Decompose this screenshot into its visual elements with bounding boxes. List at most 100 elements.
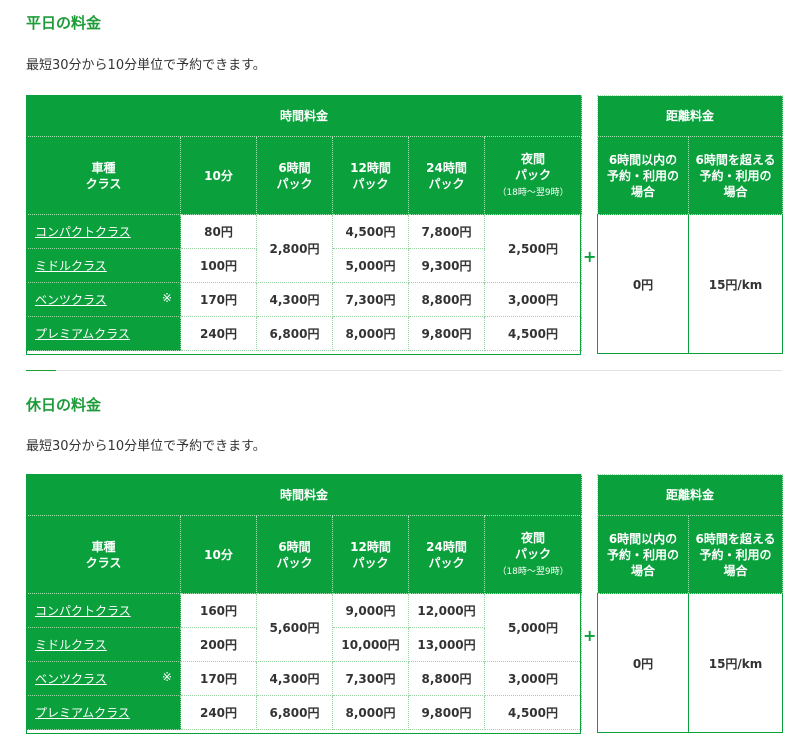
price-cell: 3,000円 — [483, 661, 583, 696]
table-row: ベンツクラス ※ 170円 4,300円 7,300円 8,800円 3,000円 — [26, 282, 583, 317]
price-cell: 7,300円 — [332, 661, 409, 696]
column-header-10min: 10分 — [180, 515, 257, 594]
reservation-note: 最短30分から10分単位で予約できます。 — [26, 58, 266, 73]
class-cell: プレミアムクラス — [26, 316, 181, 351]
price-cell: 9,800円 — [408, 695, 485, 730]
column-header-6h-pack: 6時間 パック — [256, 136, 333, 215]
column-header-within-6h: 6時間以内の 予約・利用の 場合 — [597, 515, 689, 594]
night-pack-label: 夜間 パック — [515, 151, 552, 182]
price-cell: 4,500円 — [483, 695, 583, 730]
section-divider — [26, 370, 782, 371]
class-cell: コンパクトクラス — [26, 214, 181, 249]
distance-price-within-6h: 0円 — [597, 214, 689, 354]
class-link-premium[interactable]: プレミアムクラス — [35, 327, 130, 341]
price-cell: 8,000円 — [332, 316, 409, 351]
price-cell: 9,800円 — [408, 316, 485, 351]
price-cell: 8,800円 — [408, 282, 485, 317]
column-header-over-6h: 6時間を超える 予約・利用の 場合 — [687, 515, 784, 594]
price-cell: 12,000円 — [408, 593, 485, 628]
class-cell: ベンツクラス ※ — [26, 661, 181, 696]
column-header-within-6h: 6時間以内の 予約・利用の 場合 — [597, 136, 689, 215]
price-cell: 240円 — [180, 695, 257, 730]
price-cell: 2,800円 — [256, 214, 333, 283]
table-row: ベンツクラス ※ 170円 4,300円 7,300円 8,800円 3,000円 — [26, 661, 583, 696]
distance-price-over-6h: 15円/km — [687, 593, 784, 733]
column-header-6h-pack: 6時間 パック — [256, 515, 333, 594]
note-mark: ※ — [161, 670, 172, 684]
price-cell: 3,000円 — [483, 282, 583, 317]
time-price-table: 時間料金 車種 クラス 10分 6時間 パック 12時間 パック 24時間 パック 夜間… — [25, 95, 583, 351]
distance-price-within-6h: 0円 — [597, 593, 689, 733]
night-pack-hours: （18時～翌9時） — [497, 187, 569, 198]
price-cell: 8,000円 — [332, 695, 409, 730]
price-cell: 5,000円 — [332, 248, 409, 283]
price-cell: 240円 — [180, 316, 257, 351]
price-cell: 100円 — [180, 248, 257, 283]
class-link-premium[interactable]: プレミアムクラス — [35, 706, 130, 720]
night-pack-label: 夜間 パック — [515, 530, 552, 561]
price-cell: 160円 — [180, 593, 257, 628]
section-title: 平日の料金 — [26, 14, 102, 32]
divider-accent — [26, 370, 56, 371]
price-cell: 5,600円 — [256, 593, 333, 662]
distance-price-table: 距離料金 6時間以内の 予約・利用の 場合 6時間を超える 予約・利用の 場合 0円 1… — [596, 95, 784, 354]
column-header-class: 車種 クラス — [26, 136, 181, 215]
distance-price-header: 距離料金 — [596, 95, 784, 137]
plus-icon: + — [583, 626, 597, 645]
distance-price-over-6h: 15円/km — [687, 214, 784, 354]
table-row: コンパクトクラス 80円 2,800円 4,500円 7,800円 2,500円 — [26, 214, 583, 283]
class-cell: コンパクトクラス — [26, 593, 181, 628]
table-row: プレミアムクラス 240円 6,800円 8,000円 9,800円 4,500… — [26, 316, 583, 351]
class-cell: プレミアムクラス — [26, 695, 181, 730]
section-title: 休日の料金 — [26, 396, 102, 414]
price-cell: 80円 — [180, 214, 257, 249]
class-link-compact[interactable]: コンパクトクラス — [35, 604, 131, 618]
distance-price-table: 距離料金 6時間以内の 予約・利用の 場合 6時間を超える 予約・利用の 場合 0円 1… — [596, 474, 784, 733]
price-cell: 8,800円 — [408, 661, 485, 696]
night-pack-hours: （18時～翌9時） — [497, 566, 569, 577]
column-header-10min: 10分 — [180, 136, 257, 215]
note-mark: ※ — [161, 291, 172, 305]
price-cell: 5,000円 — [483, 593, 583, 662]
class-link-benz[interactable]: ベンツクラス — [35, 672, 107, 686]
class-link-middle[interactable]: ミドルクラス — [35, 259, 107, 273]
class-link-benz[interactable]: ベンツクラス — [35, 293, 107, 307]
price-cell: 9,000円 — [332, 593, 409, 628]
column-header-12h-pack: 12時間 パック — [332, 515, 409, 594]
class-cell: ベンツクラス ※ — [26, 282, 181, 317]
price-cell: 6,800円 — [256, 316, 333, 351]
price-cell: 4,500円 — [332, 214, 409, 249]
price-cell: 4,500円 — [483, 316, 583, 351]
time-price-header: 時間料金 — [25, 474, 583, 516]
column-header-night-pack: 夜間 パック （18時～翌9時） — [483, 136, 583, 215]
class-cell: ミドルクラス — [26, 248, 181, 283]
class-link-middle[interactable]: ミドルクラス — [35, 638, 107, 652]
column-header-class: 車種 クラス — [26, 515, 181, 594]
class-cell: ミドルクラス — [26, 627, 181, 662]
price-cell: 170円 — [180, 661, 257, 696]
time-price-header: 時間料金 — [25, 95, 583, 137]
reservation-note: 最短30分から10分単位で予約できます。 — [26, 439, 266, 454]
column-header-12h-pack: 12時間 パック — [332, 136, 409, 215]
price-cell: 7,300円 — [332, 282, 409, 317]
column-header-over-6h: 6時間を超える 予約・利用の 場合 — [687, 136, 784, 215]
price-cell: 6,800円 — [256, 695, 333, 730]
price-cell: 9,300円 — [408, 248, 485, 283]
price-cell: 7,800円 — [408, 214, 485, 249]
class-link-compact[interactable]: コンパクトクラス — [35, 225, 131, 239]
price-cell: 2,500円 — [483, 214, 583, 283]
table-row: プレミアムクラス 240円 6,800円 8,000円 9,800円 4,500… — [26, 695, 583, 730]
column-header-24h-pack: 24時間 パック — [408, 136, 485, 215]
column-header-night-pack: 夜間 パック （18時～翌9時） — [483, 515, 583, 594]
distance-price-header: 距離料金 — [596, 474, 784, 516]
price-cell: 200円 — [180, 627, 257, 662]
price-cell: 10,000円 — [332, 627, 409, 662]
plus-icon: + — [583, 247, 597, 266]
price-cell: 4,300円 — [256, 661, 333, 696]
time-price-table: 時間料金 車種 クラス 10分 6時間 パック 12時間 パック 24時間 パック 夜間… — [25, 474, 583, 730]
price-cell: 4,300円 — [256, 282, 333, 317]
table-row: コンパクトクラス 160円 5,600円 9,000円 12,000円 5,00… — [26, 593, 583, 662]
price-cell: 13,000円 — [408, 627, 485, 662]
price-cell: 170円 — [180, 282, 257, 317]
column-header-24h-pack: 24時間 パック — [408, 515, 485, 594]
